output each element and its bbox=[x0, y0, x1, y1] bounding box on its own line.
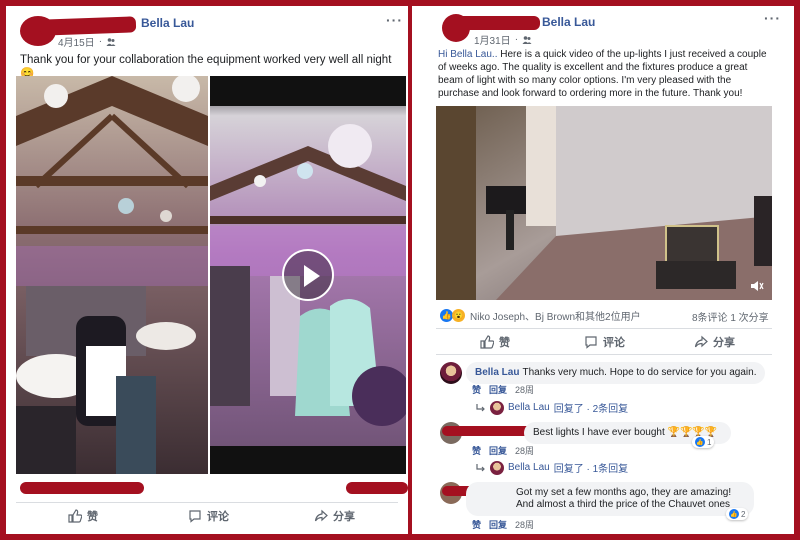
wow-reaction-icon: 😮 bbox=[452, 309, 465, 322]
comment-bubble: Bella Lau Thanks very much. Hope to do se… bbox=[466, 362, 766, 384]
friends-icon bbox=[106, 37, 116, 46]
play-icon[interactable] bbox=[282, 249, 334, 301]
comment-like-link[interactable]: 赞 bbox=[472, 518, 481, 531]
stats-divider bbox=[436, 328, 772, 329]
reply-author: Bella Lau bbox=[508, 462, 550, 473]
comment-text: Got my set a few months ago, they are am… bbox=[516, 487, 732, 510]
share-label: 分享 bbox=[713, 337, 735, 349]
comment-button[interactable]: 评论 bbox=[188, 508, 229, 524]
comment-text: Thanks very much. Hope to do service for… bbox=[522, 367, 757, 378]
comment-reply-link[interactable]: 回复 bbox=[489, 383, 507, 396]
post-date[interactable]: 4月15日 bbox=[58, 34, 95, 49]
post-author[interactable]: Bella Lau bbox=[542, 15, 595, 29]
comment-reply-link[interactable]: 回复 bbox=[489, 444, 507, 457]
post-author[interactable]: Bella Lau bbox=[141, 16, 194, 30]
share-label: 分享 bbox=[333, 511, 355, 523]
reply-arrow-icon bbox=[476, 403, 485, 411]
comment-label: 评论 bbox=[603, 337, 625, 349]
redacted-commenter bbox=[20, 482, 144, 494]
reply-summary: 回复了 · 2条回复 bbox=[553, 404, 629, 415]
comment-button[interactable]: 评论 bbox=[584, 334, 625, 350]
redacted-name bbox=[452, 16, 540, 30]
view-replies-link[interactable]: Bella Lau 回复了 · 2条回复 bbox=[476, 400, 628, 415]
share-button[interactable]: 分享 bbox=[694, 334, 735, 350]
share-icon bbox=[694, 335, 708, 348]
like-reaction-icon: 👍 bbox=[729, 509, 739, 519]
comment-reply-link[interactable]: 回复 bbox=[489, 518, 507, 531]
wedding-hall-photo bbox=[16, 76, 208, 474]
post-video[interactable] bbox=[436, 106, 772, 300]
comment-time[interactable]: 28周 bbox=[515, 518, 534, 531]
left-post-card: Bella Lau 4月15日 · ··· Thank you for your… bbox=[6, 6, 408, 534]
uplight-video-frame bbox=[436, 106, 772, 300]
like-label: 赞 bbox=[87, 511, 98, 523]
reaction-summary[interactable]: 👍 😮 Niko Joseph、Bj Brown和其他2位用户 bbox=[440, 308, 641, 323]
like-reaction-icon: 👍 bbox=[695, 437, 705, 447]
like-button[interactable]: 赞 bbox=[68, 508, 98, 524]
comment-like-count[interactable]: 👍 2 bbox=[726, 508, 749, 520]
comment-icon bbox=[189, 510, 201, 523]
like-label: 赞 bbox=[499, 337, 510, 349]
share-button[interactable]: 分享 bbox=[314, 508, 355, 524]
view-replies-link[interactable]: Bella Lau 回复了 · 1条回复 bbox=[476, 460, 628, 475]
comment-text: Best lights I have ever bought 🏆🏆🏆🏆 bbox=[533, 427, 718, 438]
redacted-name bbox=[39, 16, 137, 36]
mention-link[interactable]: Hi Bella Lau.. bbox=[438, 49, 497, 60]
right-post-card: Bella Lau 1月31日 · ··· Hi Bella Lau.. Her… bbox=[412, 6, 794, 534]
post-video[interactable] bbox=[210, 76, 406, 474]
comment-actions: 赞 回复 28周 bbox=[472, 444, 534, 457]
friends-icon bbox=[522, 35, 532, 44]
comment-label: 评论 bbox=[207, 511, 229, 523]
comment-time[interactable]: 28周 bbox=[515, 383, 534, 396]
reply-avatar bbox=[490, 460, 504, 475]
reply-author: Bella Lau bbox=[508, 402, 550, 413]
comment-bubble: Got my set a few months ago, they are am… bbox=[466, 482, 754, 516]
like-icon bbox=[480, 335, 494, 349]
post-photo-1[interactable] bbox=[16, 76, 208, 474]
commenter-avatar[interactable] bbox=[440, 362, 462, 384]
comment-actions: 赞 回复 28周 bbox=[472, 383, 534, 396]
dot-separator: · bbox=[98, 36, 103, 47]
like-icon bbox=[68, 509, 82, 523]
comment-like-count[interactable]: 👍 1 bbox=[692, 436, 715, 448]
comment-author[interactable]: Bella Lau bbox=[475, 367, 519, 378]
share-icon bbox=[314, 509, 328, 522]
more-options-icon[interactable]: ··· bbox=[764, 10, 781, 26]
volume-icon[interactable] bbox=[750, 280, 764, 292]
redacted-commenter bbox=[346, 482, 408, 494]
reply-avatar bbox=[490, 400, 504, 415]
post-meta: 4月15日 · bbox=[58, 34, 116, 49]
comment-icon bbox=[585, 336, 597, 349]
like-button[interactable]: 赞 bbox=[480, 334, 510, 350]
post-meta: 1月31日 · bbox=[474, 32, 532, 47]
comment-like-link[interactable]: 赞 bbox=[472, 383, 481, 396]
reply-summary: 回复了 · 1条回复 bbox=[553, 464, 629, 475]
post-date[interactable]: 1月31日 bbox=[474, 32, 511, 47]
comment-like-link[interactable]: 赞 bbox=[472, 444, 481, 457]
post-stats[interactable]: 8条评论 1 次分享 bbox=[692, 309, 769, 324]
dot-separator: · bbox=[514, 34, 519, 45]
redacted-commenter-name bbox=[442, 426, 534, 436]
reply-arrow-icon bbox=[476, 463, 485, 471]
actions-divider bbox=[16, 502, 398, 503]
comment-actions: 赞 回复 28周 bbox=[472, 518, 534, 531]
actions-divider bbox=[436, 354, 772, 355]
more-options-icon[interactable]: ··· bbox=[386, 12, 403, 28]
post-text: Hi Bella Lau.. Here is a quick video of … bbox=[438, 48, 768, 100]
comment-time[interactable]: 28周 bbox=[515, 444, 534, 457]
reactors-text: Niko Joseph、Bj Brown和其他2位用户 bbox=[470, 312, 641, 323]
